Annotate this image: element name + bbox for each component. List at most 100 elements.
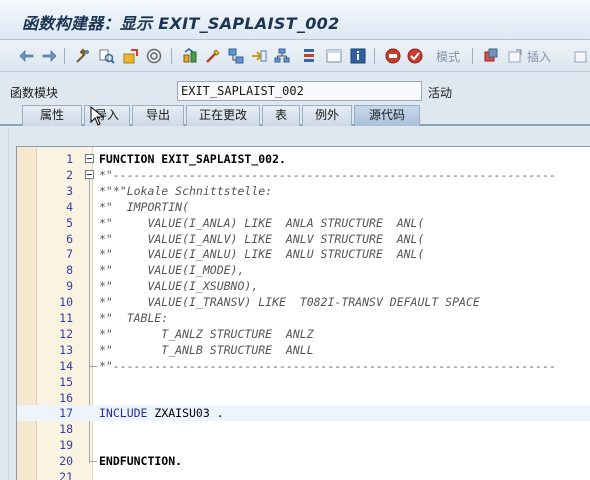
line-number: 8 (66, 263, 73, 278)
code-line[interactable]: 8 *" VALUE(I_MODE), (17, 262, 590, 278)
line-number: 6 (66, 231, 73, 246)
code-line[interactable]: 15 (17, 374, 590, 390)
stack-icon[interactable] (300, 47, 318, 65)
pretty-printer-icon[interactable] (384, 47, 402, 65)
code-text[interactable]: *"--------------------------------------… (99, 359, 556, 373)
code-line[interactable]: 3 *"*"Lokale Schnittstelle: (17, 183, 590, 199)
tab-export[interactable]: 导出 (132, 105, 184, 126)
info-icon[interactable] (349, 47, 367, 65)
code-line[interactable]: 18 (17, 421, 590, 437)
code-text[interactable]: *" T_ANLB STRUCTURE ANLL (99, 343, 314, 357)
line-number: 10 (59, 295, 73, 310)
code-line[interactable]: 14 *"------------------------------------… (17, 358, 590, 374)
code-text[interactable]: *" IMPORTIN( (99, 200, 189, 214)
display-change-icon[interactable] (122, 47, 140, 65)
code-text[interactable]: *" VALUE(I_MODE), (99, 263, 244, 277)
line-number: 12 (59, 326, 73, 341)
insert-button[interactable]: 插入 (527, 48, 551, 65)
code-line[interactable]: 7 *" VALUE(I_ANLU) LIKE ANLU STRUCTURE AN… (17, 246, 590, 262)
object-list-icon[interactable] (227, 47, 245, 65)
tab-strip: 属性 导入 导出 正在更改 表 例外 源代码 (0, 104, 590, 126)
code-text[interactable]: *" VALUE(I_ANLV) LIKE ANLV STRUCTURE ANL… (99, 232, 424, 246)
more-icon[interactable] (572, 47, 590, 65)
function-module-label: 函数模块 (10, 86, 59, 100)
tab-attributes[interactable]: 属性 (22, 105, 82, 126)
code-line[interactable]: 21 (17, 469, 590, 480)
line-number: 20 (59, 454, 73, 469)
line-number: 11 (59, 311, 73, 325)
mode-button[interactable]: 模式 (436, 48, 460, 65)
insert-row-icon[interactable] (506, 47, 524, 65)
code-text[interactable]: *" VALUE(I_XSUBNO), (99, 279, 258, 293)
code-line[interactable]: 10 *" VALUE(I_TRANSV) LIKE T082I-TRANSV D… (17, 294, 590, 310)
navigation-window-icon[interactable] (250, 47, 268, 65)
activate-icon[interactable] (145, 47, 163, 65)
code-line[interactable]: 1 FUNCTION EXIT_SAPLAIST_002. (17, 151, 590, 167)
code-line[interactable]: 12 *" T_ANLZ STRUCTURE ANLZ (17, 326, 590, 342)
application-toolbar: 模式 插入 (0, 40, 590, 72)
insert-icon[interactable] (482, 47, 500, 65)
line-number: 18 (59, 422, 73, 437)
tab-changing[interactable]: 正在更改 (186, 105, 260, 126)
fold-guide-tick (89, 461, 97, 463)
keyword: INCLUDE (99, 406, 148, 421)
tab-exceptions[interactable]: 例外 (302, 105, 352, 126)
fold-guide-tick (89, 365, 97, 367)
code-text[interactable]: *" VALUE(I_ANLU) LIKE ANLU STRUCTURE ANL… (99, 247, 424, 261)
where-used-icon[interactable] (181, 47, 199, 65)
code-line[interactable]: 17 INCLUDE ZXAISU03 . (17, 405, 590, 422)
window-title: 函数构建器：显示 EXIT_SAPLAIST_002 (22, 14, 340, 33)
line-number: 16 (59, 390, 73, 405)
forward-arrow-icon[interactable] (40, 47, 58, 65)
code-line[interactable]: 9 *" VALUE(I_XSUBNO), (17, 278, 590, 294)
line-number: 17 (59, 406, 73, 421)
line-number: 7 (66, 247, 73, 262)
line-number: 13 (59, 342, 73, 357)
back-arrow-icon[interactable] (18, 47, 36, 65)
tab-tables[interactable]: 表 (262, 105, 300, 126)
code-text[interactable]: *" T_ANLZ STRUCTURE ANLZ (99, 327, 314, 341)
tool-icon[interactable] (74, 47, 92, 65)
status-text: 活动 (428, 86, 453, 100)
line-number: 4 (66, 199, 73, 214)
code-text[interactable]: *"*"Lokale Schnittstelle: (99, 184, 272, 198)
title-bar: 函数构建器：显示 EXIT_SAPLAIST_002 (0, 0, 590, 40)
code-line[interactable]: 13 *" T_ANLB STRUCTURE ANLL (17, 342, 590, 358)
check-icon[interactable] (406, 47, 424, 65)
line-number: 1 (66, 152, 73, 166)
code-text[interactable]: FUNCTION EXIT_SAPLAIST_002. (99, 152, 286, 166)
source-code[interactable]: 1 FUNCTION EXIT_SAPLAIST_002. 2 *"---------… (17, 147, 590, 480)
fullscreen-icon[interactable] (325, 47, 343, 65)
mouse-cursor-icon (90, 106, 104, 126)
other-object-icon[interactable] (97, 47, 115, 65)
pattern-icon[interactable] (204, 47, 222, 65)
hierarchy-icon[interactable] (273, 47, 291, 65)
code-operand: ZXAISU03 . (147, 406, 224, 421)
code-text[interactable]: ENDFUNCTION. (99, 454, 182, 468)
line-number: 21 (59, 470, 73, 480)
code-editor[interactable]: 1 FUNCTION EXIT_SAPLAIST_002. 2 *"---------… (16, 146, 590, 480)
line-number: 14 (59, 358, 73, 373)
line-number: 3 (66, 183, 73, 198)
code-line[interactable]: 5 *" VALUE(I_ANLA) LIKE ANLA STRUCTURE AN… (17, 215, 590, 231)
code-text[interactable]: *" TABLE: (99, 311, 168, 325)
code-line[interactable]: 16 (17, 390, 590, 406)
code-line[interactable]: 2 *"-------------------------------------… (17, 167, 590, 183)
line-number: 5 (66, 215, 73, 230)
code-line[interactable]: 6 *" VALUE(I_ANLV) LIKE ANLV STRUCTURE AN… (17, 231, 590, 247)
code-line[interactable]: 19 (17, 437, 590, 453)
line-number: 2 (66, 167, 73, 182)
function-module-field[interactable]: EXIT_SAPLAIST_002 (177, 81, 422, 101)
line-number: 9 (66, 279, 73, 294)
function-module-row: 函数模块 EXIT_SAPLAIST_002 活动 (0, 80, 590, 102)
code-line[interactable]: 11 *" TABLE: (17, 310, 590, 326)
code-text[interactable]: *" VALUE(I_TRANSV) LIKE T082I-TRANSV DEF… (99, 295, 480, 309)
code-text[interactable]: *" VALUE(I_ANLA) LIKE ANLA STRUCTURE ANL… (99, 216, 424, 230)
tab-source-code[interactable]: 源代码 (354, 105, 420, 126)
code-line[interactable]: 4 *" IMPORTIN( (17, 199, 590, 215)
code-line[interactable]: 20 ENDFUNCTION. (17, 453, 590, 469)
line-number: 19 (59, 438, 73, 453)
code-text[interactable]: INCLUDE ZXAISU03 . (99, 406, 224, 420)
line-number: 15 (59, 374, 73, 389)
code-text[interactable]: *"--------------------------------------… (99, 168, 556, 182)
